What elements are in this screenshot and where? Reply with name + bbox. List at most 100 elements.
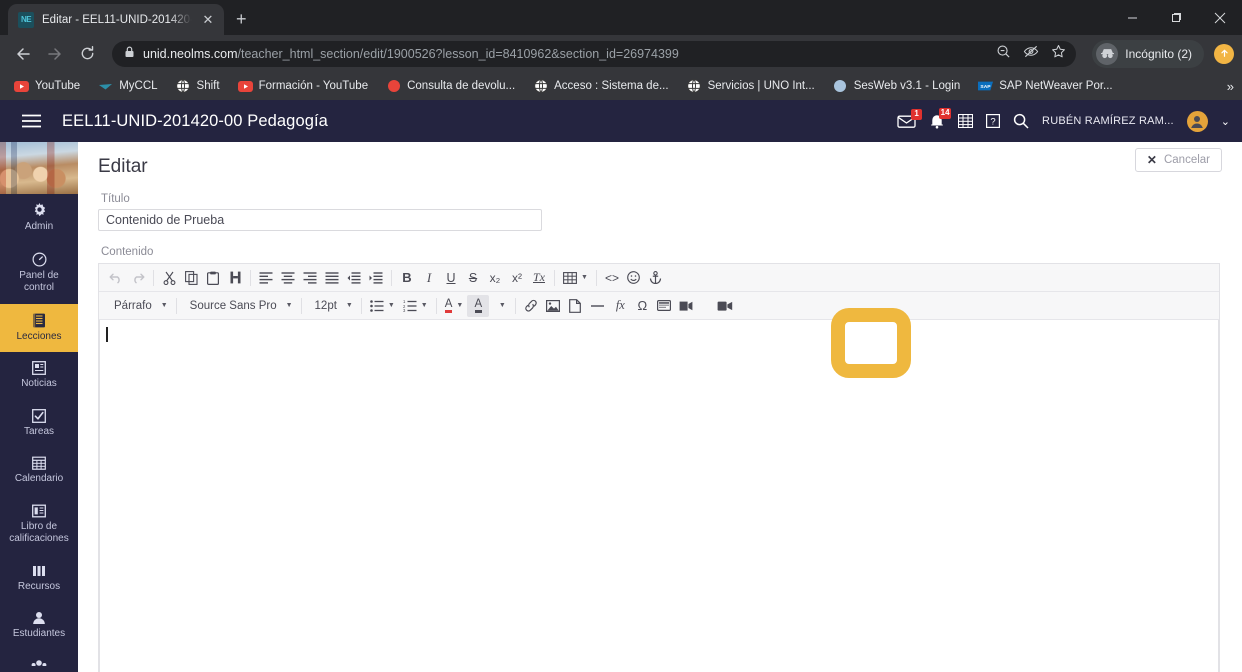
bookmark-item[interactable]: Acceso : Sistema de...	[525, 76, 676, 97]
incognito-indicator[interactable]: Incógnito (2)	[1092, 39, 1204, 68]
font-size-select[interactable]: 12pt ▼	[306, 295, 357, 317]
source-code-button[interactable]: <>	[601, 267, 623, 289]
align-left-button[interactable]	[255, 267, 277, 289]
address-bar[interactable]: unid.neolms.com/teacher_html_section/edi…	[112, 40, 1077, 67]
browser-tab[interactable]: NE Editar - EEL11-UNID-201420-00 P ✕	[8, 4, 224, 35]
editor-content-area[interactable]	[99, 320, 1219, 672]
user-name-label[interactable]: RUBÉN RAMÍREZ RAM...	[1042, 115, 1174, 127]
background-color-button[interactable]: A	[467, 294, 490, 317]
background-color-dropdown[interactable]: ▼	[489, 295, 511, 317]
copy-button[interactable]	[180, 267, 202, 289]
anchor-button[interactable]	[645, 267, 667, 289]
avatar[interactable]	[1186, 110, 1208, 132]
emoticon-button[interactable]	[623, 267, 645, 289]
maximize-icon[interactable]	[1154, 0, 1198, 35]
bookmark-item[interactable]: SesWeb v3.1 - Login	[825, 76, 969, 97]
title-input[interactable]	[98, 209, 542, 231]
sidebar-item-label: Tareas	[23, 425, 54, 437]
bullet-list-button[interactable]: ▼	[366, 295, 399, 317]
insert-widget-button[interactable]	[653, 295, 675, 317]
hamburger-menu-icon[interactable]	[0, 114, 62, 128]
help-icon[interactable]: ?	[986, 114, 1001, 128]
mail-icon[interactable]: 1	[897, 108, 923, 129]
cancel-button[interactable]: ✕ Cancelar	[1134, 148, 1222, 172]
rich-text-editor: B I U S x₂ x² Tx ▼ <> Párrafo ▼ Source S…	[98, 263, 1220, 672]
special-character-button[interactable]: Ω	[631, 295, 653, 317]
numbered-list-button[interactable]: 1 2 3 ▼	[399, 295, 432, 317]
bookmark-label: MyCCL	[119, 80, 158, 92]
incognito-label: Incógnito (2)	[1125, 46, 1192, 61]
italic-button[interactable]: I	[418, 267, 440, 289]
redo-button[interactable]	[127, 267, 149, 289]
insert-file-button[interactable]	[564, 295, 586, 317]
app-header-actions: 1 14 ? RUBÉN RAMÍREZ RAM... ⌄	[897, 108, 1230, 132]
bookmark-item[interactable]: Formación - YouTube	[230, 76, 377, 97]
text-color-button[interactable]: A ▼	[441, 295, 468, 317]
bookmark-item[interactable]: MyCCL	[90, 76, 165, 97]
close-icon[interactable]	[1198, 0, 1242, 35]
align-center-button[interactable]	[277, 267, 299, 289]
sidebar-item-noticias[interactable]: Noticias	[0, 352, 78, 400]
bookmark-item[interactable]: SAP SAP NetWeaver Por...	[970, 76, 1120, 97]
globe-icon	[687, 79, 702, 94]
grid-icon[interactable]	[958, 114, 974, 128]
profile-avatar[interactable]	[1214, 43, 1234, 64]
bookmarks-overflow-button[interactable]: »	[1227, 79, 1234, 94]
align-justify-button[interactable]	[321, 267, 343, 289]
chevron-down-icon[interactable]: ⌄	[1221, 115, 1230, 128]
insert-image-button[interactable]	[542, 295, 564, 317]
zoom-out-icon[interactable]	[996, 44, 1011, 64]
toolbar-separator	[515, 297, 517, 314]
clear-formatting-button[interactable]: Tx	[528, 267, 550, 289]
paste-button[interactable]	[202, 267, 224, 289]
horizontal-rule-button[interactable]	[586, 295, 609, 317]
bookmark-label: SAP NetWeaver Por...	[999, 80, 1113, 92]
font-family-select[interactable]: Source Sans Pro ▼	[181, 295, 297, 317]
sidebar-item-admin[interactable]: Admin	[0, 194, 78, 243]
search-icon[interactable]	[1013, 113, 1029, 129]
bell-badge: 14	[939, 108, 952, 119]
subscript-button[interactable]: x₂	[484, 267, 506, 289]
address-bar-url: unid.neolms.com/teacher_html_section/edi…	[143, 47, 988, 61]
underline-button[interactable]: U	[440, 267, 462, 289]
reload-icon[interactable]	[72, 39, 102, 69]
star-icon[interactable]	[1051, 44, 1066, 64]
cut-button[interactable]	[158, 267, 180, 289]
undo-button[interactable]	[105, 267, 127, 289]
link-button[interactable]	[520, 295, 542, 317]
bell-icon[interactable]: 14	[929, 108, 952, 129]
sidebar-item-calendario[interactable]: Calendario	[0, 447, 78, 495]
minimize-icon[interactable]	[1110, 0, 1154, 35]
find-replace-button[interactable]	[224, 267, 246, 289]
bold-button[interactable]: B	[396, 267, 418, 289]
strikethrough-button[interactable]: S	[462, 267, 484, 289]
eye-off-icon[interactable]	[1023, 44, 1039, 64]
bookmark-item[interactable]: YouTube	[6, 76, 88, 97]
sidebar-item-recursos[interactable]: Recursos	[0, 555, 78, 603]
table-button[interactable]: ▼	[559, 267, 592, 289]
sidebar-item-libro-de-calificaciones[interactable]: Libro de calificaciones	[0, 495, 78, 555]
outdent-button[interactable]	[343, 267, 365, 289]
content-field-label: Contenido	[101, 246, 154, 258]
insert-video-button[interactable]	[713, 295, 737, 317]
insert-embed-button[interactable]	[675, 295, 697, 317]
superscript-button[interactable]: x²	[506, 267, 528, 289]
sidebar-item-label: Admin	[24, 221, 54, 232]
new-tab-button[interactable]: +	[236, 9, 247, 30]
sidebar-item-lecciones[interactable]: Lecciones	[0, 303, 78, 352]
back-arrow-icon[interactable]	[8, 39, 38, 69]
bookmark-item[interactable]: Consulta de devolu...	[378, 76, 523, 97]
sidebar-item-estudiantes[interactable]: Estudiantes	[0, 602, 78, 650]
sidebar-item-tareas[interactable]: Tareas	[0, 400, 78, 448]
tab-close-icon[interactable]: ✕	[200, 12, 216, 28]
toolbar-separator	[595, 269, 597, 286]
sidebar-item-panel-de-control[interactable]: Panel de control	[0, 243, 78, 304]
bookmark-item[interactable]: Servicios | UNO Int...	[679, 76, 823, 97]
format-select[interactable]: Párrafo ▼	[105, 295, 172, 317]
align-right-button[interactable]	[299, 267, 321, 289]
bookmark-item[interactable]: Shift	[168, 76, 228, 97]
indent-button[interactable]	[365, 267, 387, 289]
editor-pane: Editar ✕ Cancelar Título Contenido de Pr…	[78, 142, 1242, 672]
insert-formula-button[interactable]: fx	[609, 295, 631, 317]
forward-arrow-icon[interactable]	[40, 39, 70, 69]
